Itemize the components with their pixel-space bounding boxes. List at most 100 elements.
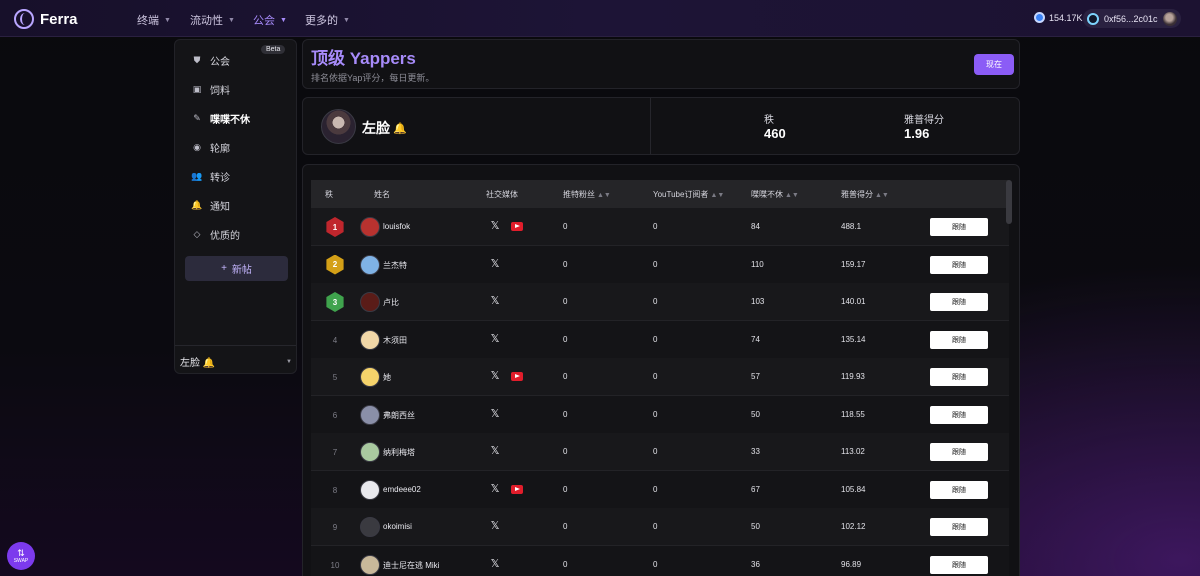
rank-cell: 5 bbox=[332, 373, 338, 382]
rank-medal-icon: 1 bbox=[326, 217, 344, 237]
swap-button[interactable]: ⇅ SWAP bbox=[7, 542, 35, 570]
avatar[interactable] bbox=[360, 554, 380, 575]
rank-cell: 7 bbox=[332, 448, 338, 457]
follow-button[interactable]: 跟随 bbox=[930, 405, 988, 424]
twitter-followers-cell: 0 bbox=[563, 484, 568, 494]
yap-score-cell: 119.93 bbox=[841, 372, 865, 381]
user-name[interactable]: emdeee02 bbox=[383, 485, 421, 494]
rank-medal-icon: 3 bbox=[326, 292, 344, 312]
youtube-icon[interactable] bbox=[511, 484, 523, 494]
avatar[interactable] bbox=[360, 517, 380, 537]
avatar[interactable] bbox=[360, 292, 380, 312]
user-name[interactable]: 木须田 bbox=[383, 335, 407, 346]
x-twitter-icon[interactable]: 𝕏 bbox=[489, 370, 501, 382]
avatar[interactable] bbox=[360, 217, 380, 237]
avatar[interactable] bbox=[360, 329, 380, 350]
avatar[interactable] bbox=[360, 479, 380, 500]
follow-button[interactable]: 跟随 bbox=[930, 255, 988, 274]
avatar[interactable] bbox=[360, 367, 380, 387]
sidebar-item-referral[interactable]: 👥 转诊 bbox=[191, 168, 230, 184]
user-name[interactable]: 她 bbox=[383, 372, 391, 383]
sidebar-item-profile[interactable]: ◉ 轮廓 bbox=[192, 139, 230, 155]
follow-button[interactable]: 跟随 bbox=[930, 368, 988, 386]
table-scrollbar[interactable] bbox=[1006, 180, 1012, 224]
chevron-down-icon: ▼ bbox=[228, 16, 235, 24]
wallet-button[interactable]: 0xf56...2c01c bbox=[1083, 9, 1181, 28]
user-name[interactable]: 纳利梅塔 bbox=[383, 447, 415, 458]
chevron-down-icon: ▼ bbox=[280, 16, 287, 24]
follow-button[interactable]: 跟随 bbox=[930, 330, 988, 349]
yaps-cell: 74 bbox=[751, 334, 760, 344]
x-twitter-icon[interactable]: 𝕏 bbox=[489, 220, 501, 232]
yap-score-cell: 140.01 bbox=[841, 297, 866, 306]
user-name[interactable]: okoimisi bbox=[383, 522, 412, 531]
youtube-subscribers-cell: 0 bbox=[653, 522, 658, 531]
youtube-subscribers-cell: 0 bbox=[653, 372, 658, 381]
follow-button[interactable]: 跟随 bbox=[930, 480, 988, 499]
youtube-icon[interactable] bbox=[511, 372, 523, 381]
x-twitter-icon[interactable]: 𝕏 bbox=[489, 295, 501, 307]
th-youtube-subscribers[interactable]: YouTube订阅者 ▲▼ bbox=[653, 189, 724, 200]
sidebar-item-notifications[interactable]: 🔔 通知 bbox=[191, 197, 230, 213]
new-post-button[interactable]: + 新帖 bbox=[185, 256, 288, 281]
rank-cell: 9 bbox=[332, 523, 338, 532]
sidebar-item-premium[interactable]: ◇ 优质的 bbox=[192, 226, 240, 242]
now-button[interactable]: 现在 bbox=[974, 54, 1014, 75]
x-twitter-icon[interactable]: 𝕏 bbox=[489, 333, 501, 345]
plus-icon: + bbox=[221, 263, 227, 274]
th-twitter-followers[interactable]: 推特粉丝 ▲▼ bbox=[563, 189, 611, 200]
x-twitter-icon[interactable]: 𝕏 bbox=[489, 558, 501, 570]
avatar[interactable] bbox=[360, 442, 380, 462]
user-name[interactable]: 兰杰特 bbox=[383, 260, 407, 271]
sidebar-item-guild[interactable]: ⛊ 公会 bbox=[192, 52, 230, 68]
brand[interactable]: Ferra bbox=[14, 9, 78, 29]
page-subtitle: 排名依据Yap评分，每日更新。 bbox=[311, 73, 435, 83]
avatar[interactable] bbox=[360, 254, 380, 275]
yap-score-cell: 105.84 bbox=[841, 484, 866, 494]
yaps-cell: 84 bbox=[751, 222, 760, 231]
user-name[interactable]: 弗朗西丝 bbox=[383, 410, 415, 421]
twitter-followers-cell: 0 bbox=[563, 334, 568, 344]
yaps-cell: 50 bbox=[751, 409, 760, 419]
follow-button[interactable]: 跟随 bbox=[930, 443, 988, 461]
youtube-subscribers-cell: 0 bbox=[653, 259, 658, 269]
nav-item-guild[interactable]: 公会 ▼ bbox=[253, 12, 287, 28]
profile-name: 左脸 🔔 bbox=[362, 120, 407, 136]
x-twitter-icon[interactable]: 𝕏 bbox=[489, 520, 501, 532]
x-twitter-icon[interactable]: 𝕏 bbox=[489, 483, 501, 495]
youtube-subscribers-cell: 0 bbox=[653, 297, 658, 306]
nav-item-liquidity[interactable]: 流动性 ▼ bbox=[190, 12, 235, 28]
x-twitter-icon[interactable]: 𝕏 bbox=[489, 408, 501, 420]
feed-icon: ▣ bbox=[192, 83, 202, 94]
follow-button[interactable]: 跟随 bbox=[930, 293, 988, 311]
youtube-subscribers-cell: 0 bbox=[653, 484, 658, 494]
youtube-subscribers-cell: 0 bbox=[653, 559, 658, 569]
leaderboard-header: 顶级 Yappers 排名依据Yap评分，每日更新。 现在 bbox=[302, 39, 1020, 89]
nav-item-terminal[interactable]: 终端 ▼ bbox=[137, 12, 171, 28]
stat-rank-value: 460 bbox=[764, 126, 786, 141]
token-balance[interactable]: 154.17K bbox=[1034, 12, 1083, 23]
sort-icon: ▲▼ bbox=[710, 192, 725, 199]
yap-score-cell: 159.17 bbox=[841, 259, 866, 269]
follow-button[interactable]: 跟随 bbox=[930, 518, 988, 536]
nav-item-more[interactable]: 更多的 ▼ bbox=[305, 12, 350, 28]
user-name[interactable]: louisfok bbox=[383, 222, 410, 231]
th-yaps[interactable]: 喋喋不休 ▲▼ bbox=[751, 189, 799, 200]
user-switcher[interactable]: 左脸 🔔 ▼ bbox=[180, 354, 292, 369]
yap-score-cell: 113.02 bbox=[841, 447, 865, 456]
youtube-subscribers-cell: 0 bbox=[653, 222, 658, 231]
sort-icon: ▲▼ bbox=[785, 192, 799, 199]
avatar[interactable] bbox=[360, 404, 380, 425]
sidebar-item-yap[interactable]: ✎ 喋喋不休 bbox=[192, 110, 250, 126]
brand-name: Ferra bbox=[40, 10, 78, 28]
youtube-icon[interactable] bbox=[511, 222, 523, 231]
x-twitter-icon[interactable]: 𝕏 bbox=[489, 258, 501, 270]
user-name[interactable]: 迪士尼在逃 Miki bbox=[383, 560, 439, 571]
yap-score-cell: 102.12 bbox=[841, 522, 866, 531]
x-twitter-icon[interactable]: 𝕏 bbox=[489, 445, 501, 457]
follow-button[interactable]: 跟随 bbox=[930, 555, 988, 574]
follow-button[interactable]: 跟随 bbox=[930, 218, 988, 236]
user-name[interactable]: 卢比 bbox=[383, 297, 399, 308]
sidebar-item-feed[interactable]: ▣ 饲料 bbox=[192, 81, 230, 97]
th-yap-score[interactable]: 雅普得分 ▲▼ bbox=[841, 189, 889, 200]
